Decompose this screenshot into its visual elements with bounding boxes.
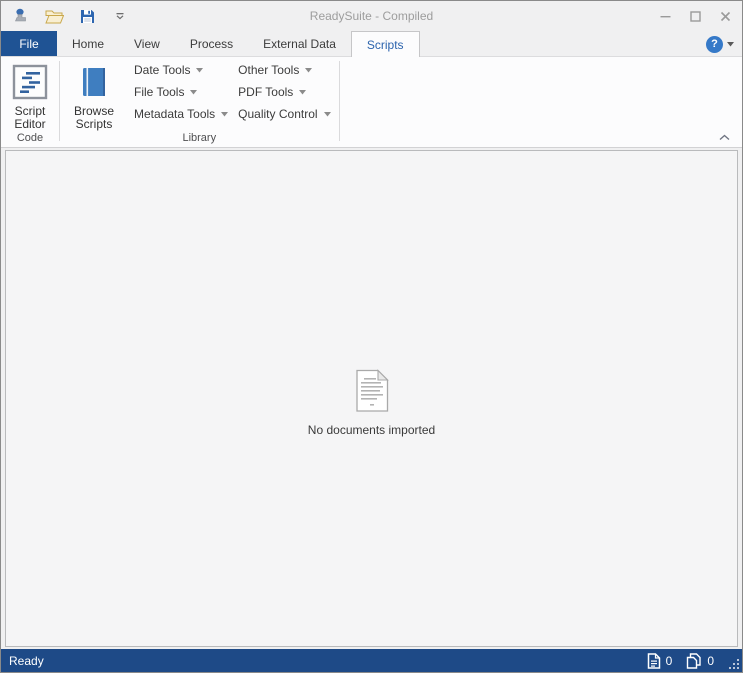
dropdown-caret-icon — [323, 111, 331, 117]
dropdown-caret-icon — [221, 111, 229, 117]
ribbon-group-library: Browse Scripts Date Tools File Tools Met… — [60, 57, 339, 147]
tab-external-data[interactable]: External Data — [248, 31, 351, 56]
script-editor-label: Script Editor — [14, 104, 46, 131]
document-count-icon — [647, 652, 660, 669]
ribbon: Script Editor Code Browse Scripts Date T… — [1, 57, 742, 148]
date-tools-label: Date Tools — [134, 63, 191, 77]
file-tools-label: File Tools — [134, 85, 185, 99]
dropdown-caret-icon — [190, 89, 198, 95]
dropdown-caret-icon — [299, 89, 307, 95]
empty-state-message: No documents imported — [307, 422, 436, 437]
page-count: 0 — [707, 653, 714, 668]
resize-grip-icon[interactable] — [728, 658, 740, 670]
browse-scripts-book-icon — [82, 62, 106, 102]
title-bar: ReadySuite - Compiled — [1, 1, 742, 31]
browse-scripts-label: Browse Scripts — [73, 104, 114, 131]
other-tools-dropdown[interactable]: Other Tools — [236, 59, 338, 81]
other-tools-label: Other Tools — [238, 63, 300, 77]
pdf-tools-label: PDF Tools — [238, 85, 294, 99]
empty-state: No documents imported — [307, 368, 436, 437]
window-controls — [658, 1, 732, 31]
quality-control-label: Quality Control — [238, 107, 318, 121]
tab-scripts[interactable]: Scripts — [350, 31, 420, 57]
tab-home[interactable]: Home — [57, 31, 119, 56]
empty-document-icon — [355, 368, 389, 412]
file-tools-dropdown[interactable]: File Tools — [132, 81, 236, 103]
tab-file[interactable]: File — [1, 31, 57, 56]
metadata-tools-label: Metadata Tools — [134, 107, 216, 121]
document-count: 0 — [665, 653, 673, 668]
script-editor-button[interactable]: Script Editor — [1, 57, 59, 131]
script-editor-icon — [11, 62, 49, 102]
group-label-library: Library — [182, 132, 217, 144]
minimize-icon[interactable] — [658, 9, 672, 23]
status-bar: Ready 0 0 — [1, 649, 742, 672]
group-label-code: Code — [16, 132, 44, 144]
pdf-tools-dropdown[interactable]: PDF Tools — [236, 81, 338, 103]
window-title: ReadySuite - Compiled — [309, 9, 434, 23]
maximize-icon[interactable] — [688, 9, 702, 23]
page-count-icon — [687, 652, 702, 669]
status-text: Ready — [9, 653, 44, 668]
close-icon[interactable] — [718, 9, 732, 23]
document-counter: 0 — [647, 652, 673, 669]
ribbon-group-code: Script Editor Code — [1, 57, 59, 147]
app-window: ReadySuite - Compiled File Home View Pro… — [0, 0, 743, 673]
document-area: No documents imported — [5, 150, 738, 647]
ribbon-tab-bar: File Home View Process External Data Scr… — [1, 31, 742, 57]
dropdown-caret-icon — [196, 67, 204, 73]
quality-control-dropdown[interactable]: Quality Control — [236, 103, 338, 125]
help-caret-icon[interactable] — [727, 41, 734, 47]
metadata-tools-dropdown[interactable]: Metadata Tools — [132, 103, 236, 125]
help-area: ? — [706, 31, 734, 57]
group-separator — [338, 61, 340, 141]
tab-view[interactable]: View — [119, 31, 175, 56]
status-counters: 0 0 — [633, 652, 714, 669]
page-counter: 0 — [686, 652, 714, 669]
ribbon-collapse-chevron-icon[interactable] — [716, 131, 732, 143]
date-tools-dropdown[interactable]: Date Tools — [132, 59, 236, 81]
tab-process[interactable]: Process — [175, 31, 248, 56]
dropdown-caret-icon — [305, 67, 313, 73]
help-icon[interactable]: ? — [706, 35, 723, 53]
